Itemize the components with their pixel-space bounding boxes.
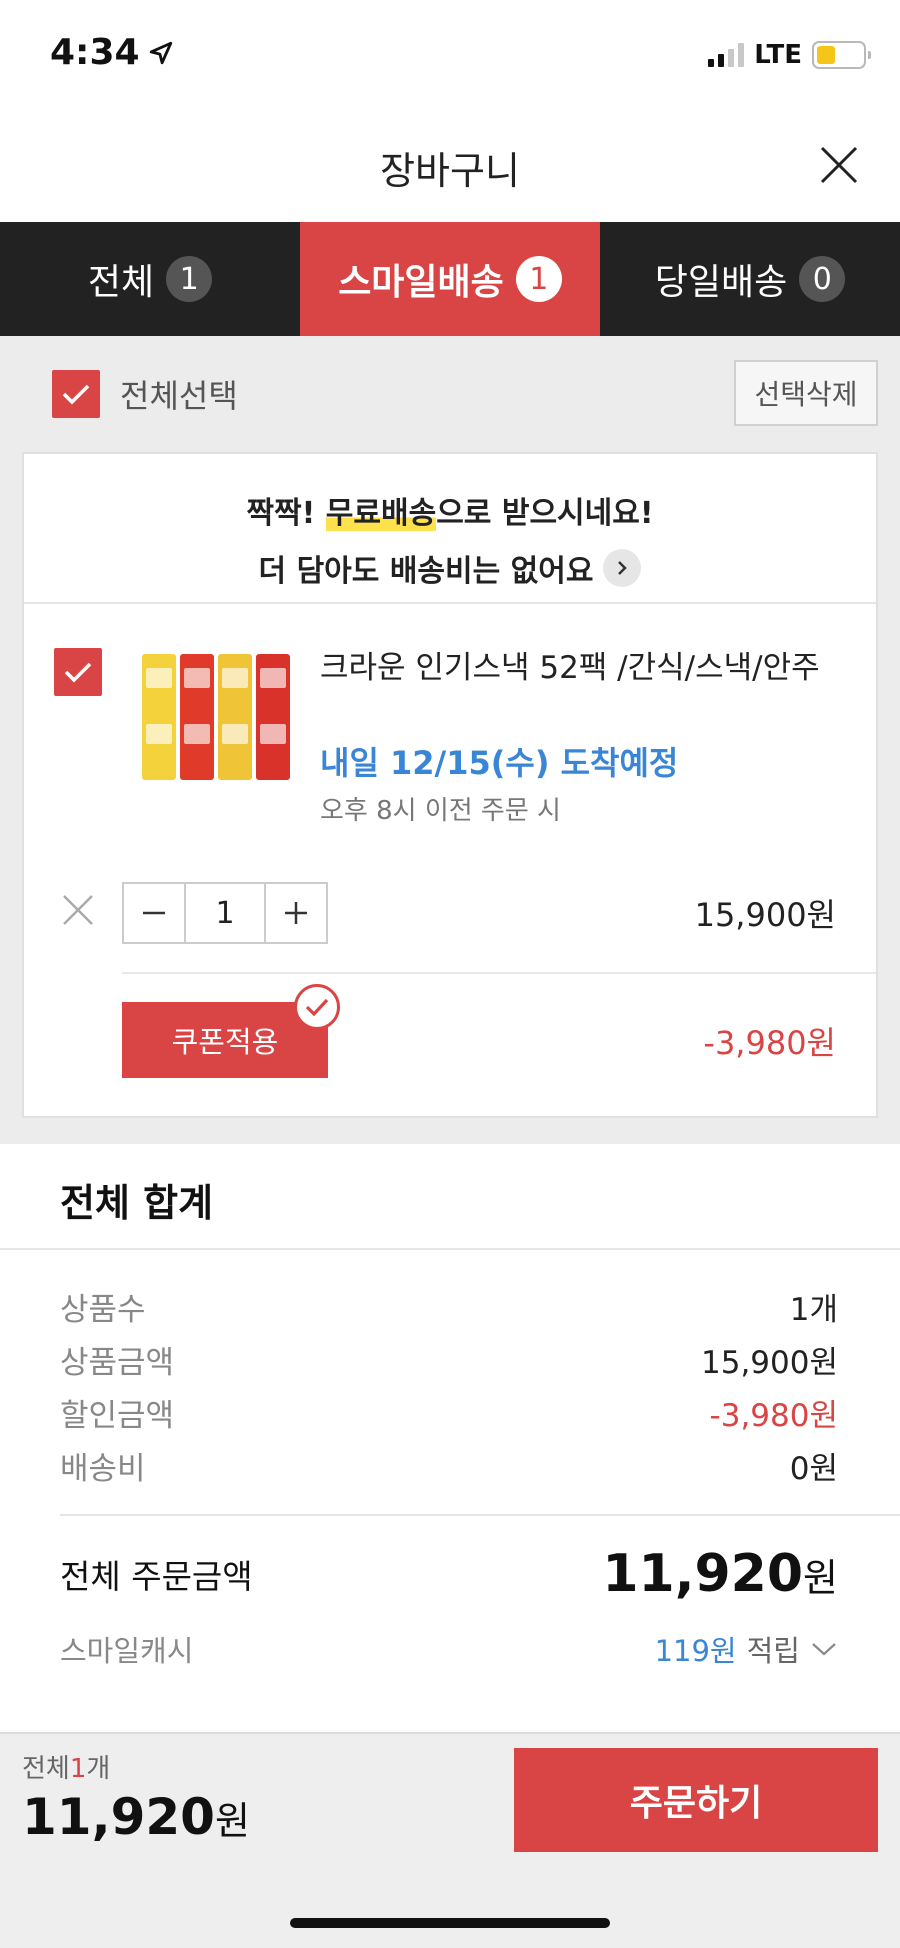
summary-label: 상품수 <box>60 1292 146 1328</box>
cart-item-card: 짝짝! 무료배송으로 받으시네요! 더 담아도 배송비는 없어요 크라운 인기스… <box>22 452 878 1118</box>
select-all-label: 전체선택 <box>120 377 238 415</box>
product-image[interactable] <box>134 654 298 794</box>
close-icon[interactable] <box>814 140 864 190</box>
summary-value: 15,900원 <box>701 1345 838 1381</box>
summary-label: 할인금액 <box>60 1398 175 1434</box>
free-shipping-prefix: 짝짝! <box>246 496 326 531</box>
plus-icon <box>285 902 307 924</box>
count-prefix: 전체 <box>22 1754 70 1784</box>
tab-all[interactable]: 전체 1 <box>0 222 300 336</box>
total-order-number: 11,920 <box>602 1544 804 1604</box>
checkmark-icon <box>64 662 92 683</box>
tab-count-badge: 0 <box>799 256 846 302</box>
increase-quantity-button[interactable] <box>266 884 326 942</box>
summary-row-shipping: 배송비 0원 <box>60 1443 838 1488</box>
status-indicators: LTE <box>708 40 871 70</box>
free-shipping-headline: 짝짝! 무료배송으로 받으시네요! <box>24 488 876 532</box>
arrival-date: 내일 12/15(수) 도착예정 <box>320 744 679 782</box>
tab-count-badge: 1 <box>166 256 213 302</box>
quantity-stepper: 1 <box>122 882 328 944</box>
delivery-tabs: 전체 1 스마일배송 1 당일배송 0 <box>0 222 900 336</box>
chevron-down-icon[interactable] <box>810 1640 838 1658</box>
summary-title: 전체 합계 <box>60 1181 214 1225</box>
bottom-total-number: 11,920 <box>22 1788 215 1846</box>
summary-value: 0원 <box>789 1451 838 1487</box>
smile-cash-row[interactable]: 스마일캐시 119원 적립 <box>60 1628 838 1670</box>
summary-row-product-amount: 상품금액 15,900원 <box>60 1337 838 1382</box>
divider <box>122 972 876 974</box>
home-indicator[interactable] <box>290 1918 610 1928</box>
bottom-total-amount: 11,920원 <box>22 1788 250 1846</box>
free-shipping-subtext: 더 담아도 배송비는 없어요 <box>258 554 594 589</box>
page-title: 장바구니 <box>380 149 520 193</box>
order-button[interactable]: 주문하기 <box>514 1748 878 1852</box>
currency-unit: 원 <box>214 1799 250 1843</box>
tab-label: 당일배송 <box>654 262 788 303</box>
battery-icon <box>812 41 871 69</box>
minus-icon <box>143 911 165 915</box>
select-all-row[interactable]: 전체선택 <box>52 370 238 418</box>
count-number: 1 <box>69 1754 87 1784</box>
tab-label: 전체 <box>87 262 155 303</box>
summary-label: 상품금액 <box>60 1345 175 1381</box>
bottom-order-bar: 전체1개 11,920원 주문하기 <box>0 1732 900 1948</box>
total-order-label: 전체 주문금액 <box>60 1557 253 1596</box>
free-shipping-notice: 짝짝! 무료배송으로 받으시네요! 더 담아도 배송비는 없어요 <box>24 454 876 604</box>
item-checkbox[interactable] <box>54 648 102 696</box>
divider <box>0 1248 900 1250</box>
bottom-item-count: 전체1개 <box>22 1748 110 1785</box>
page-header: 장바구니 <box>0 110 900 222</box>
status-time: 4:34 <box>50 32 140 73</box>
currency-unit: 원 <box>803 1556 838 1600</box>
smile-cash-label: 스마일캐시 <box>60 1634 194 1668</box>
smile-cash-amount: 119원 <box>654 1634 737 1668</box>
total-order-row: 전체 주문금액 11,920원 <box>60 1544 838 1604</box>
tab-count-badge: 1 <box>515 256 562 302</box>
free-shipping-more-link[interactable]: 더 담아도 배송비는 없어요 <box>259 546 642 590</box>
quantity-value[interactable]: 1 <box>184 884 266 942</box>
delete-selected-button[interactable]: 선택삭제 <box>734 360 878 426</box>
free-shipping-highlight: 무료배송 <box>325 496 437 531</box>
status-bar: 4:34 LTE <box>0 0 900 110</box>
summary-value: 1개 <box>789 1292 838 1328</box>
remove-item-icon[interactable] <box>56 888 100 932</box>
order-summary: 전체 합계 상품수 1개 상품금액 15,900원 할인금액 -3,980원 배… <box>0 1144 900 1732</box>
coupon-applied-check-icon <box>294 984 340 1030</box>
tab-smile-delivery[interactable]: 스마일배송 1 <box>300 222 600 336</box>
location-arrow-icon <box>149 41 173 65</box>
decrease-quantity-button[interactable] <box>124 884 184 942</box>
summary-value: -3,980원 <box>709 1398 838 1434</box>
tab-label: 스마일배송 <box>338 262 504 303</box>
total-order-amount: 11,920원 <box>602 1544 838 1604</box>
smile-cash-value: 119원 적립 <box>655 1628 838 1670</box>
summary-row-discount: 할인금액 -3,980원 <box>60 1390 838 1435</box>
network-type: LTE <box>754 40 802 70</box>
arrival-note: 오후 8시 이전 주문 시 <box>320 796 561 826</box>
product-name[interactable]: 크라운 인기스낵 52팩 /간식/스낵/안주 <box>320 646 860 690</box>
divider <box>60 1514 900 1516</box>
coupon-discount: -3,980원 <box>703 1024 836 1062</box>
free-shipping-suffix: 으로 받으시네요! <box>436 496 654 531</box>
chevron-right-icon <box>603 549 642 587</box>
cart-area: 전체선택 선택삭제 짝짝! 무료배송으로 받으시네요! 더 담아도 배송비는 없… <box>0 336 900 1144</box>
select-all-checkbox[interactable] <box>52 370 100 418</box>
signal-icon <box>708 43 745 67</box>
count-suffix: 개 <box>86 1754 111 1784</box>
summary-label: 배송비 <box>60 1451 146 1487</box>
summary-row-item-count: 상품수 1개 <box>60 1284 838 1329</box>
smile-cash-suffix: 적립 <box>746 1634 800 1668</box>
item-price: 15,900원 <box>694 896 836 934</box>
checkmark-icon <box>62 384 90 405</box>
tab-same-day-delivery[interactable]: 당일배송 0 <box>600 222 900 336</box>
